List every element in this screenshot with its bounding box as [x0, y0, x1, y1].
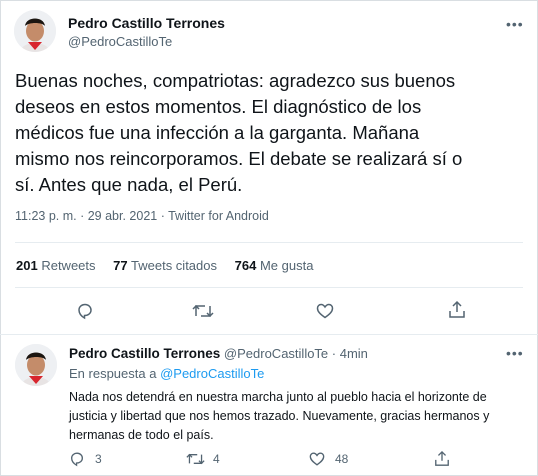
quotes-count: 77 — [113, 258, 128, 273]
retweets-stat[interactable]: 201 Retweets — [16, 258, 99, 273]
reply-action-reply[interactable]: 3 — [69, 451, 102, 467]
reply-text: Nada nos detendrá en nuestra marcha junt… — [69, 388, 489, 445]
quotes-stat[interactable]: 77 Tweets citados — [113, 258, 220, 273]
main-author-avatar[interactable] — [14, 10, 56, 52]
reply-prefix: En respuesta a — [69, 366, 157, 381]
main-tweet-line: sí. Antes que nada, el Perú. — [15, 174, 243, 195]
tweet-meta[interactable]: 11:23 p. m. · 29 abr. 2021 · Twitter for… — [15, 209, 269, 223]
main-tweet-line: mismo nos reincorporamos. El debate se r… — [15, 148, 463, 169]
retweets-count: 201 — [16, 258, 38, 273]
reply-author-avatar[interactable] — [15, 344, 57, 386]
main-author-handle[interactable]: @PedroCastilloTe — [68, 34, 172, 49]
share-icon[interactable] — [434, 450, 450, 468]
main-tweet-text: Buenas noches, compatriotas: agradezco s… — [15, 68, 462, 198]
reply-header: Pedro Castillo Terrones @PedroCastilloTe… — [69, 346, 368, 361]
retweet-count: 4 — [213, 452, 220, 466]
reply-line: hermanas de todo el país. — [69, 428, 214, 442]
reply-count: 3 — [95, 452, 102, 466]
like-icon[interactable] — [316, 302, 334, 320]
quotes-label: Tweets citados — [131, 258, 218, 273]
main-author-name[interactable]: Pedro Castillo Terrones — [68, 15, 225, 31]
reply-action-like[interactable]: 48 — [309, 451, 348, 467]
reply-to-link[interactable]: @PedroCastilloTe — [160, 366, 264, 381]
reply-icon[interactable] — [76, 302, 94, 320]
retweets-label: Retweets — [41, 258, 96, 273]
more-icon[interactable]: ••• — [506, 346, 524, 360]
like-icon — [309, 451, 325, 467]
main-tweet-line: médicos fue una infección a la garganta.… — [15, 122, 420, 143]
retweet-icon — [186, 451, 205, 467]
reply-context: En respuesta a @PedroCastilloTe — [69, 366, 264, 381]
reply-line: justicia y libertad que nos hemos trazad… — [69, 409, 490, 423]
like-count: 48 — [335, 452, 349, 466]
reply-author-handle[interactable]: @PedroCastilloTe — [224, 346, 328, 361]
likes-label: Me gusta — [259, 258, 314, 273]
more-icon[interactable]: ••• — [506, 17, 524, 31]
section-divider — [0, 334, 538, 335]
reply-author-name[interactable]: Pedro Castillo Terrones — [69, 346, 220, 361]
reply-icon — [69, 451, 85, 467]
divider — [15, 287, 523, 288]
reply-action-retweet[interactable]: 4 — [186, 451, 220, 467]
avatar-photo — [14, 10, 56, 52]
likes-stat[interactable]: 764 Me gusta — [235, 258, 314, 273]
avatar-photo — [15, 344, 57, 386]
stats-row: 201 Retweets 77 Tweets citados 764 Me gu… — [16, 258, 313, 273]
main-tweet-line: Buenas noches, compatriotas: agradezco s… — [15, 70, 456, 91]
share-icon[interactable] — [448, 300, 466, 320]
likes-count: 764 — [234, 258, 257, 273]
reply-time[interactable]: · 4min — [332, 346, 368, 361]
divider — [15, 242, 523, 243]
main-tweet-line: deseos en estos momentos. El diagnóstico… — [15, 96, 422, 117]
retweet-icon[interactable] — [192, 302, 214, 320]
reply-line: Nada nos detendrá en nuestra marcha junt… — [69, 390, 487, 404]
